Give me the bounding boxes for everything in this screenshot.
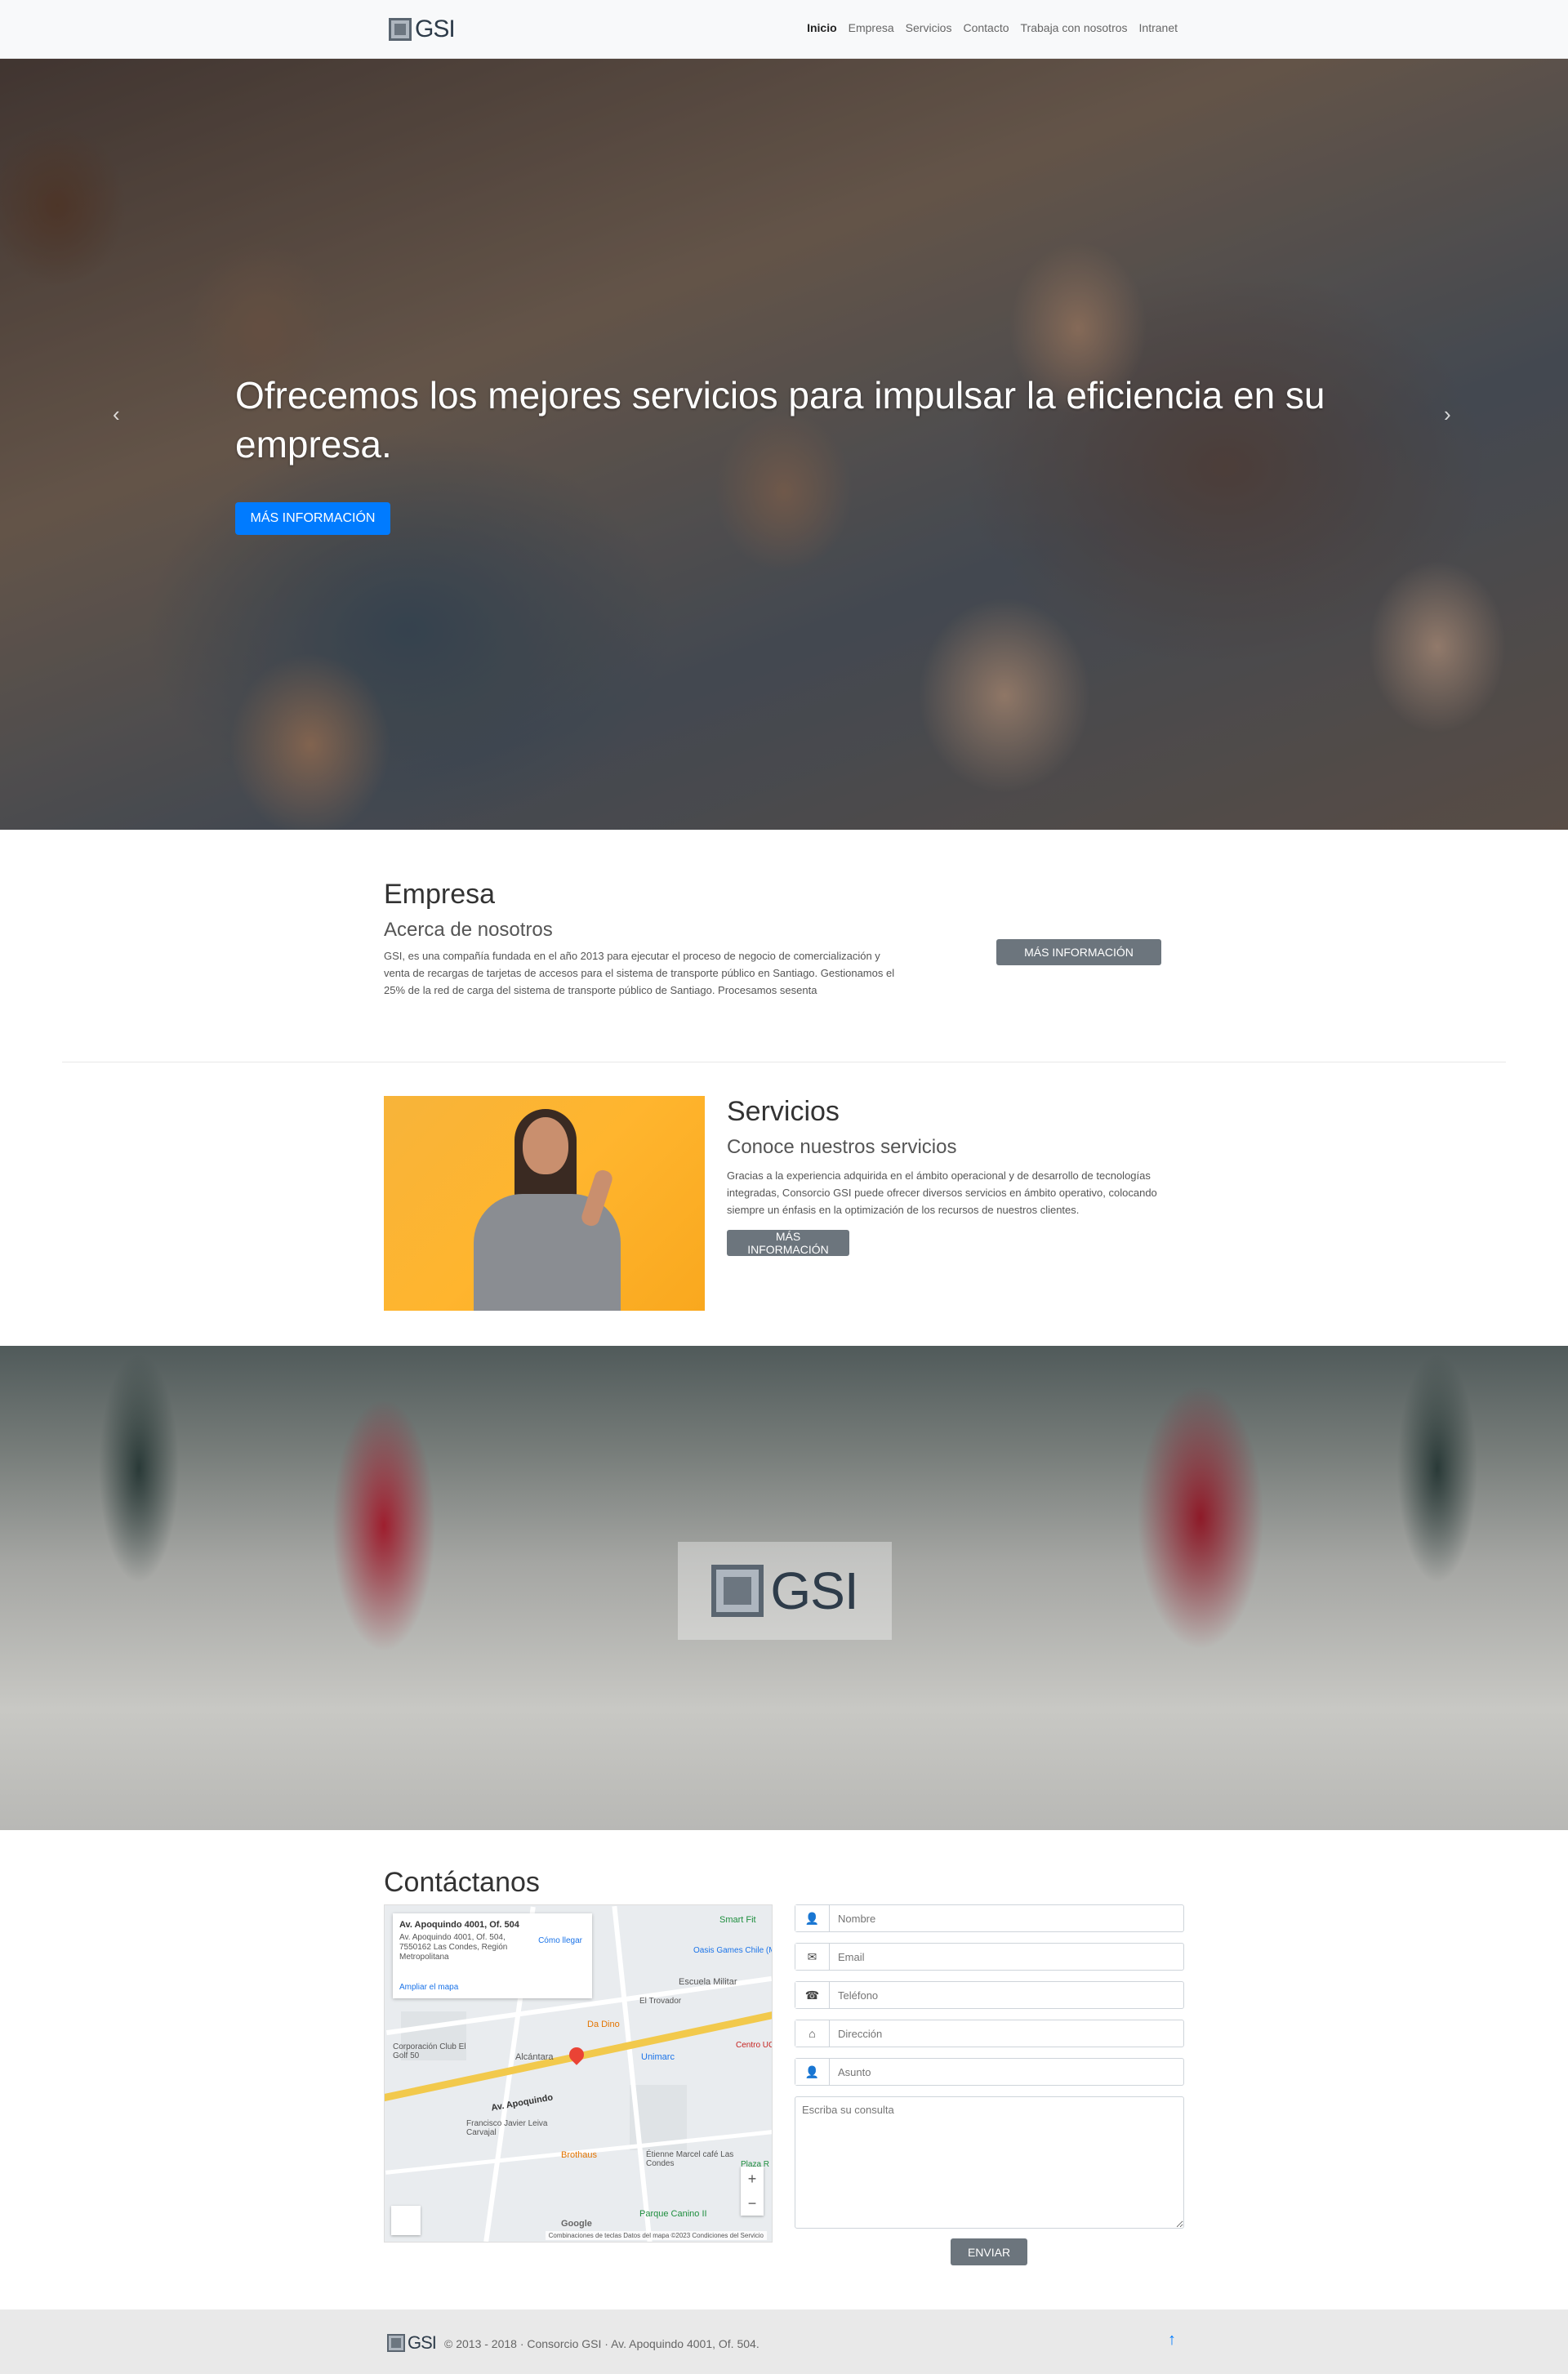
map-directions-link[interactable]: Cómo llegar — [538, 1936, 582, 1945]
nav-item-intranet[interactable]: Intranet — [1139, 21, 1178, 34]
servicios-subtitle: Conoce nuestros servicios — [727, 1136, 957, 1158]
nav-item-servicios[interactable]: Servicios — [906, 21, 952, 34]
banner-logo: GSI — [678, 1542, 892, 1640]
empresa-subtitle: Acerca de nosotros — [384, 919, 553, 941]
subject-input[interactable] — [830, 2059, 1183, 2085]
gsi-logo-icon — [389, 18, 412, 41]
empresa-text: GSI, es una compañía fundada en el año 2… — [384, 950, 895, 996]
subject-field: 👤 — [795, 2058, 1184, 2086]
nav-item-empresa[interactable]: Empresa — [849, 21, 894, 34]
footer-copyright: © 2013 - 2018 · Consorcio GSI · Av. Apoq… — [444, 2337, 760, 2350]
map-label: El Trovador — [639, 1997, 682, 2006]
map-label: Corporación Club El Golf 50 — [393, 2042, 466, 2060]
address-input[interactable] — [830, 2020, 1183, 2047]
back-to-top-icon[interactable]: ↑ — [1168, 2331, 1176, 2350]
map-label: Av. Apoquindo — [490, 2092, 555, 2113]
servicios-text: Gracias a la experiencia adquirida en el… — [727, 1169, 1157, 1216]
nav-item-trabaja[interactable]: Trabaja con nosotros — [1021, 21, 1128, 34]
nav-item-contacto[interactable]: Contacto — [963, 21, 1009, 34]
google-logo: Google — [561, 2219, 592, 2229]
email-field: ✉ — [795, 1943, 1184, 1971]
map-label: Da Dino — [587, 2020, 620, 2029]
map-label: Alcántara — [515, 2052, 554, 2062]
carousel-next-icon[interactable]: › — [1444, 402, 1451, 427]
phone-input[interactable] — [830, 1982, 1183, 2008]
footer: GSI © 2013 - 2018 · Consorcio GSI · Av. … — [0, 2309, 1568, 2374]
servicios-more-info-button[interactable]: MÁS INFORMACIÓN — [727, 1230, 849, 1256]
contact-form: 👤 ✉ ☎ ⌂ 👤 — [795, 1904, 1184, 2229]
map-zoom-controls: + − — [741, 2167, 764, 2216]
name-field: 👤 — [795, 1904, 1184, 1932]
map-label: Étienne Marcel café Las Condes — [646, 2150, 734, 2168]
zoom-out-icon[interactable]: − — [741, 2191, 764, 2216]
parallax-banner: GSI — [0, 1346, 1568, 1830]
empresa-more-info-button[interactable]: MÁS INFORMACIÓN — [996, 939, 1161, 965]
map-label: Unimarc — [641, 2052, 675, 2062]
map-label: Oasis Games Chile (MTG Oasis) — [693, 1946, 772, 1955]
map-card-address: Av. Apoquindo 4001, Of. 504, 7550162 Las… — [399, 1933, 508, 1962]
hero-more-info-button[interactable]: MÁS INFORMACIÓN — [235, 502, 390, 535]
map-pegman-icon[interactable] — [391, 2206, 421, 2235]
map-road — [612, 1905, 653, 2242]
map-label: Parque Canino II — [639, 2209, 707, 2219]
person-head — [523, 1117, 568, 1174]
message-textarea[interactable] — [795, 2096, 1184, 2229]
servicios-image — [384, 1096, 705, 1311]
send-button[interactable]: ENVIAR — [951, 2238, 1027, 2265]
home-icon: ⌂ — [795, 2020, 830, 2047]
logo-text: GSI — [415, 16, 456, 42]
map-label: Escuela Militar — [679, 1977, 737, 1987]
navbar: GSI Inicio Empresa Servicios Contacto Tr… — [0, 0, 1568, 59]
phone-field: ☎ — [795, 1981, 1184, 2009]
main-nav: Inicio Empresa Servicios Contacto Trabaj… — [807, 21, 1178, 34]
banner-logo-text: GSI — [770, 1561, 858, 1620]
map-enlarge-link[interactable]: Ampliar el mapa — [399, 1983, 458, 1992]
carousel-prev-icon[interactable]: ‹ — [113, 402, 120, 427]
hero-title: Ofrecemos los mejores servicios para imp… — [235, 374, 1325, 465]
google-map[interactable]: Av. Apoquindo 4001, Of. 504 Av. Apoquind… — [384, 1904, 773, 2243]
user-icon: 👤 — [795, 1905, 830, 1931]
map-label: Centro UC CH — [736, 2041, 772, 2050]
map-card-title: Av. Apoquindo 4001, Of. 504 — [399, 1920, 519, 1930]
zoom-in-icon[interactable]: + — [741, 2167, 764, 2191]
envelope-icon: ✉ — [795, 1944, 830, 1970]
name-input[interactable] — [830, 1905, 1183, 1931]
empresa-section: Empresa Acerca de nosotros GSI, es una c… — [384, 879, 1200, 996]
map-attribution[interactable]: Combinaciones de teclas Datos del mapa ©… — [545, 2231, 767, 2240]
map-info-card: Av. Apoquindo 4001, Of. 504 Av. Apoquind… — [393, 1913, 592, 1998]
servicios-title: Servicios — [727, 1096, 840, 1127]
contact-title: Contáctanos — [384, 1867, 540, 1898]
map-label: Brothaus — [561, 2150, 598, 2160]
servicios-section: Servicios Conoce nuestros servicios Grac… — [727, 1096, 1217, 1258]
gsi-logo-icon — [711, 1565, 764, 1617]
footer-logo: GSI — [387, 2332, 437, 2354]
user-icon: 👤 — [795, 2059, 830, 2085]
brand-logo[interactable]: GSI — [389, 15, 456, 44]
hero-carousel: ‹ › Ofrecemos los mejores servicios para… — [0, 59, 1568, 830]
email-input[interactable] — [830, 1944, 1183, 1970]
gsi-logo-icon — [387, 2334, 405, 2352]
empresa-title: Empresa — [384, 879, 496, 910]
map-label: Smart Fit — [719, 1915, 756, 1925]
address-field: ⌂ — [795, 2020, 1184, 2047]
nav-item-inicio[interactable]: Inicio — [807, 21, 837, 34]
footer-logo-text: GSI — [408, 2332, 437, 2353]
phone-icon: ☎ — [795, 1982, 830, 2008]
map-label: Francisco Javier Leiva Carvajal — [466, 2119, 548, 2137]
